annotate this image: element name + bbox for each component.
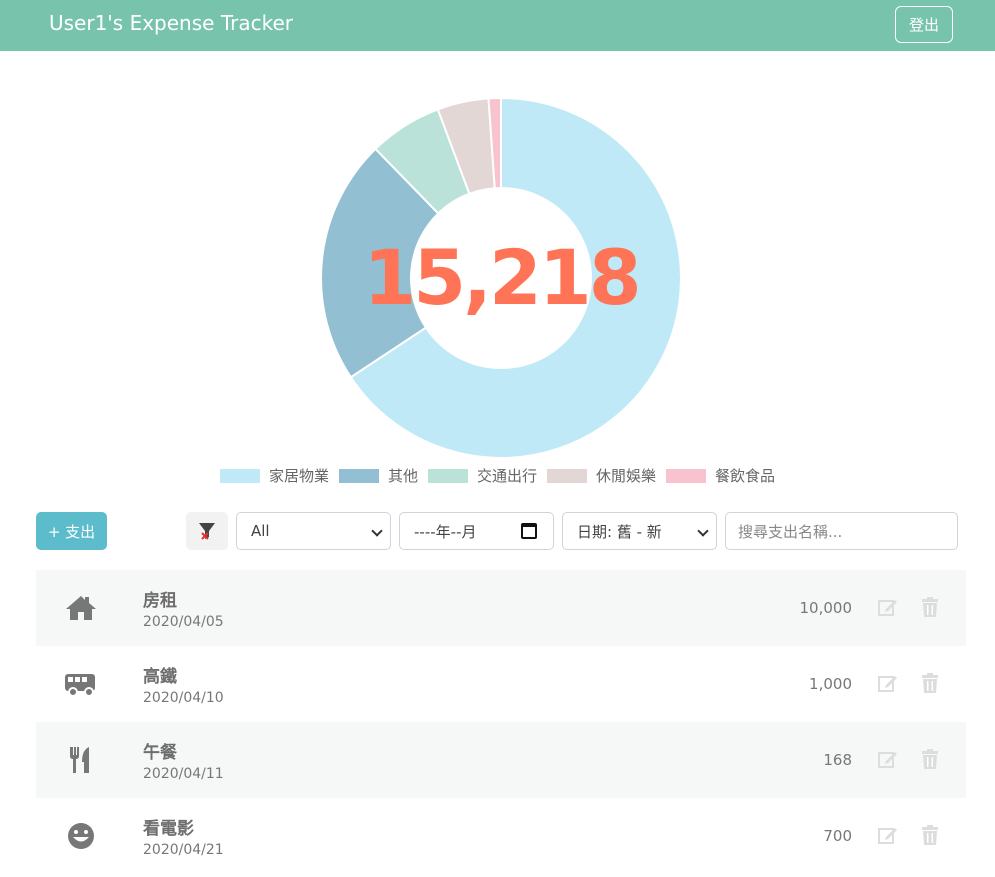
legend-label: 家居物業: [268, 467, 329, 485]
edit-icon[interactable]: [878, 597, 898, 617]
legend-label: 交通出行: [476, 467, 537, 485]
chart-legend: 家居物業 其他 交通出行 休閒娛樂 餐飲食品: [0, 465, 995, 486]
category-select-value: All: [251, 522, 270, 540]
legend-label: 休閒娛樂: [596, 467, 657, 485]
trash-icon[interactable]: [921, 749, 939, 769]
chevron-down-icon: [697, 525, 709, 537]
expense-amount: 1,000: [809, 675, 852, 693]
expense-name: 房租: [143, 591, 177, 611]
expense-row: 午餐 2020/04/11 168: [36, 722, 966, 798]
legend-label: 餐飲食品: [715, 467, 776, 485]
expense-row: 高鐵 2020/04/10 1,000: [36, 646, 966, 722]
edit-icon[interactable]: [878, 673, 898, 693]
legend-item[interactable]: 交通出行: [427, 465, 537, 486]
logout-button[interactable]: 登出: [895, 6, 953, 43]
clear-filter-button[interactable]: [186, 512, 228, 550]
legend-item[interactable]: 休閒娛樂: [547, 465, 656, 486]
month-input[interactable]: ----年--月: [399, 512, 554, 550]
expense-name: 高鐵: [143, 667, 177, 687]
legend-item[interactable]: 餐飲食品: [666, 465, 775, 486]
utensils-icon: [64, 744, 98, 776]
legend-swatch: [666, 468, 707, 483]
legend-item[interactable]: 其他: [338, 465, 418, 486]
filter-clear-icon: [199, 523, 215, 540]
trash-icon[interactable]: [921, 673, 939, 693]
search-input[interactable]: 搜尋支出名稱...: [725, 512, 958, 550]
total-amount: 15,218: [363, 233, 641, 322]
expense-amount: 168: [823, 751, 852, 769]
chevron-down-icon: [371, 525, 383, 537]
expense-date: 2020/04/21: [143, 842, 224, 858]
expense-date: 2020/04/11: [143, 766, 224, 782]
sort-select-value: 日期: 舊 - 新: [577, 522, 662, 541]
expense-amount: 700: [823, 827, 852, 845]
legend-label: 其他: [387, 467, 418, 485]
expense-row: 房租 2020/04/05 10,000: [36, 570, 966, 646]
category-select[interactable]: All: [236, 512, 391, 550]
expense-amount: 10,000: [799, 599, 853, 617]
add-expense-button[interactable]: + 支出: [36, 512, 107, 550]
legend-swatch: [427, 468, 468, 483]
home-icon: [64, 592, 98, 624]
expense-date: 2020/04/05: [143, 614, 224, 630]
edit-icon[interactable]: [878, 825, 898, 845]
expense-name: 看電影: [143, 819, 194, 839]
sort-select[interactable]: 日期: 舊 - 新: [562, 512, 717, 550]
legend-swatch: [547, 468, 587, 483]
navbar: User1's Expense Tracker 登出: [0, 0, 995, 51]
legend-item[interactable]: 家居物業: [219, 465, 329, 486]
search-placeholder: 搜尋支出名稱...: [738, 522, 843, 541]
legend-swatch: [338, 468, 379, 483]
app-title: User1's Expense Tracker: [49, 11, 293, 35]
expense-row: 看電影 2020/04/21 700: [36, 798, 966, 874]
calendar-icon[interactable]: [521, 523, 537, 539]
month-input-value: ----年--月: [414, 522, 477, 541]
grin-icon: [64, 820, 98, 852]
shuttle-van-icon: [64, 668, 98, 700]
expense-date: 2020/04/10: [143, 690, 224, 706]
trash-icon[interactable]: [921, 825, 939, 845]
legend-swatch: [219, 468, 260, 483]
trash-icon[interactable]: [921, 597, 939, 617]
expense-name: 午餐: [143, 743, 177, 763]
edit-icon[interactable]: [878, 749, 898, 769]
